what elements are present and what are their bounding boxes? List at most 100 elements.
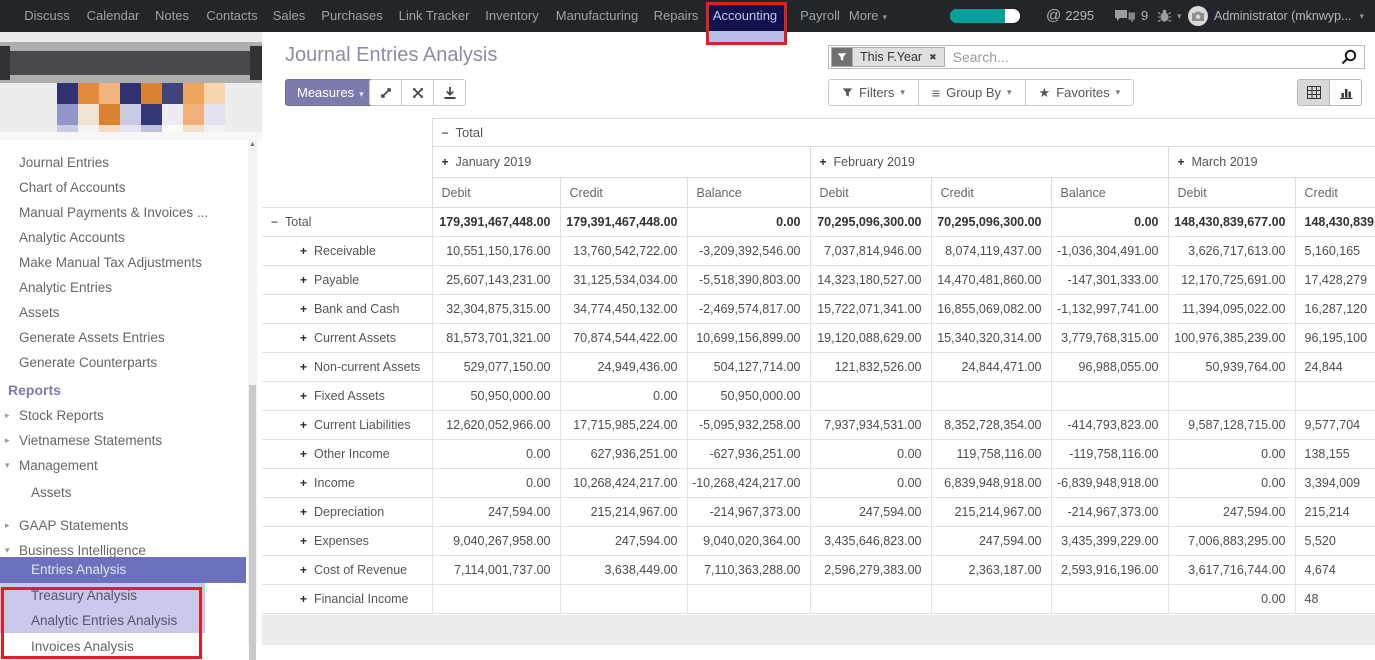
app-sales[interactable]: Sales — [273, 0, 306, 32]
debug-menu[interactable]: ▾ — [1157, 0, 1182, 32]
pivot-col-january-2019[interactable]: +January 2019 — [432, 147, 810, 178]
expand-icon — [379, 86, 393, 100]
pivot-row-total[interactable]: −Total — [262, 208, 432, 237]
pivot-row-payable[interactable]: +Payable — [262, 266, 432, 295]
sidebar-item-gaap-statements[interactable]: ▸ GAAP Statements — [0, 513, 128, 538]
app-notes[interactable]: Notes — [155, 0, 189, 32]
chevron-right-icon[interactable]: ▸ — [5, 513, 10, 538]
scroll-up-icon[interactable]: ▲ — [248, 141, 257, 148]
sidebar-item-make-manual-tax-adjustments[interactable]: Make Manual Tax Adjustments — [0, 250, 202, 275]
sidebar-item-analytic-entries-analysis[interactable]: Analytic Entries Analysis — [0, 608, 205, 633]
search-input[interactable] — [945, 49, 1340, 65]
pivot-row-depreciation[interactable]: +Depreciation — [262, 498, 432, 527]
app-calendar[interactable]: Calendar — [87, 0, 140, 32]
pivot-measure-debit[interactable]: Debit — [810, 178, 931, 208]
pivot-row-non-current-assets[interactable]: +Non-current Assets — [262, 353, 432, 382]
expand-button[interactable] — [369, 79, 402, 106]
pivot-value-cell: 7,037,814,946.00 — [810, 237, 931, 266]
pivot-row-receivable[interactable]: +Receivable — [262, 237, 432, 266]
chevron-right-icon[interactable]: ▸ — [5, 428, 10, 453]
pivot-value-cell: 50,939,764.00 — [1168, 353, 1295, 382]
pivot-row-other-income[interactable]: +Other Income — [262, 440, 432, 469]
flip-axis-button[interactable] — [401, 79, 434, 106]
sidebar-item-invoices-analysis[interactable]: Invoices Analysis — [0, 634, 134, 659]
sidebar-item-treasury-analysis[interactable]: Treasury Analysis — [0, 583, 205, 608]
pivot-measure-debit[interactable]: Debit — [1168, 178, 1295, 208]
user-menu[interactable]: Administrator (mknwyp... ▾ — [1214, 0, 1364, 32]
sidebar-item-stock-reports[interactable]: ▸Stock Reports — [0, 403, 104, 428]
pivot-measure-credit[interactable]: Credit — [931, 178, 1051, 208]
facet-remove-icon[interactable]: ✖ — [929, 48, 937, 66]
sidebar-item-analytic-accounts[interactable]: Analytic Accounts — [0, 225, 125, 250]
download-button[interactable] — [433, 79, 466, 106]
chevron-down-icon[interactable]: ▾ — [5, 453, 10, 478]
pivot-value-cell: -214,967,373.00 — [687, 498, 810, 527]
sidebar-item-entries-analysis[interactable]: Entries Analysis — [0, 557, 246, 583]
filters-button[interactable]: Filters▾ — [828, 79, 919, 106]
chevron-down-icon: ▾ — [1360, 0, 1365, 32]
pivot-measure-balance[interactable]: Balance — [1051, 178, 1168, 208]
sidebar-item-assets[interactable]: Assets — [0, 300, 60, 325]
pivot-col-march-2019[interactable]: +March 2019 — [1168, 147, 1375, 178]
pivot-row-current-assets[interactable]: +Current Assets — [262, 324, 432, 353]
pivot-value-cell: 96,988,055.00 — [1051, 353, 1168, 382]
favorites-button[interactable]: ★ Favorites▾ — [1025, 79, 1135, 106]
sidebar-scrollbar[interactable]: ▲ — [248, 140, 257, 644]
sidebar-item-journal-entries[interactable]: Journal Entries — [0, 150, 109, 175]
group-by-button[interactable]: ≡ Group By▾ — [918, 79, 1026, 106]
scrollbar-thumb[interactable] — [249, 385, 256, 660]
app-contacts[interactable]: Contacts — [206, 0, 257, 32]
sidebar-item-management[interactable]: ▾Management — [0, 453, 98, 478]
mentions-counter[interactable]: @2295 — [1046, 0, 1094, 32]
pivot-value-cell: 13,760,542,722.00 — [560, 237, 687, 266]
download-icon — [443, 86, 457, 100]
pivot-measure-balance[interactable]: Balance — [687, 178, 810, 208]
pivot-row-fixed-assets[interactable]: +Fixed Assets — [262, 382, 432, 411]
pivot-measure-debit[interactable]: Debit — [432, 178, 560, 208]
arrows-icon — [411, 86, 425, 100]
app-accounting[interactable]: Accounting — [713, 0, 777, 32]
chevron-right-icon[interactable]: ▸ — [5, 403, 10, 428]
search-icon[interactable] — [1340, 49, 1357, 66]
pivot-row-bank-and-cash[interactable]: +Bank and Cash — [262, 295, 432, 324]
pivot-measure-credit[interactable]: Credit — [1295, 178, 1375, 208]
app-link-tracker[interactable]: Link Tracker — [399, 0, 470, 32]
pivot-measure-credit[interactable]: Credit — [560, 178, 687, 208]
avatar[interactable] — [1188, 6, 1208, 26]
sidebar-item-assets[interactable]: Assets — [0, 480, 72, 505]
app-more[interactable]: More▾ — [849, 0, 887, 32]
pivot-value-cell: 9,577,704 — [1295, 411, 1375, 440]
pivot-value-cell: -1,036,304,491.00 — [1051, 237, 1168, 266]
table-row: +Cost of Revenue7,114,001,737.003,638,44… — [262, 556, 1375, 585]
pivot-row-expenses[interactable]: +Expenses — [262, 527, 432, 556]
app-manufacturing[interactable]: Manufacturing — [556, 0, 638, 32]
app-repairs[interactable]: Repairs — [654, 0, 699, 32]
sidebar-item-chart-of-accounts[interactable]: Chart of Accounts — [0, 175, 126, 200]
sidebar-item-generate-counterparts[interactable]: Generate Counterparts — [0, 350, 157, 375]
sidebar-item-analytic-entries[interactable]: Analytic Entries — [0, 275, 112, 300]
pivot-value-cell: 10,551,150,176.00 — [432, 237, 560, 266]
messages-counter[interactable]: 9 — [1114, 0, 1148, 32]
app-purchases[interactable]: Purchases — [321, 0, 382, 32]
sidebar-item-generate-assets-entries[interactable]: Generate Assets Entries — [0, 325, 165, 350]
app-inventory[interactable]: Inventory — [485, 0, 538, 32]
sidebar-item-label: Vietnamese Statements — [19, 433, 162, 448]
pivot-col-total[interactable]: −Total — [432, 119, 1375, 147]
pivot-corner — [262, 119, 432, 147]
pivot-row-current-liabilities[interactable]: +Current Liabilities — [262, 411, 432, 440]
sidebar-item-manual-payments-invoices-[interactable]: Manual Payments & Invoices ... — [0, 200, 208, 225]
measures-button[interactable]: Measures▾ — [285, 79, 376, 106]
app-discuss[interactable]: Discuss — [24, 0, 70, 32]
sidebar-item-vietnamese-statements[interactable]: ▸ Vietnamese Statements — [0, 428, 162, 453]
pivot-col-february-2019[interactable]: +February 2019 — [810, 147, 1168, 178]
pivot-value-cell — [560, 585, 687, 614]
pivot-row-financial-income[interactable]: +Financial Income — [262, 585, 432, 614]
chart-view-button[interactable] — [1329, 79, 1362, 106]
sidebar-item-label: GAAP Statements — [19, 518, 128, 533]
search-bar[interactable]: This F.Year ✖ — [828, 45, 1365, 69]
pivot-row-income[interactable]: +Income — [262, 469, 432, 498]
pivot-row-cost-of-revenue[interactable]: +Cost of Revenue — [262, 556, 432, 585]
app-payroll[interactable]: Payroll — [800, 0, 840, 32]
pivot-view-button[interactable] — [1297, 79, 1330, 106]
main-content: Journal Entries Analysis Measures▾ This … — [262, 32, 1375, 644]
